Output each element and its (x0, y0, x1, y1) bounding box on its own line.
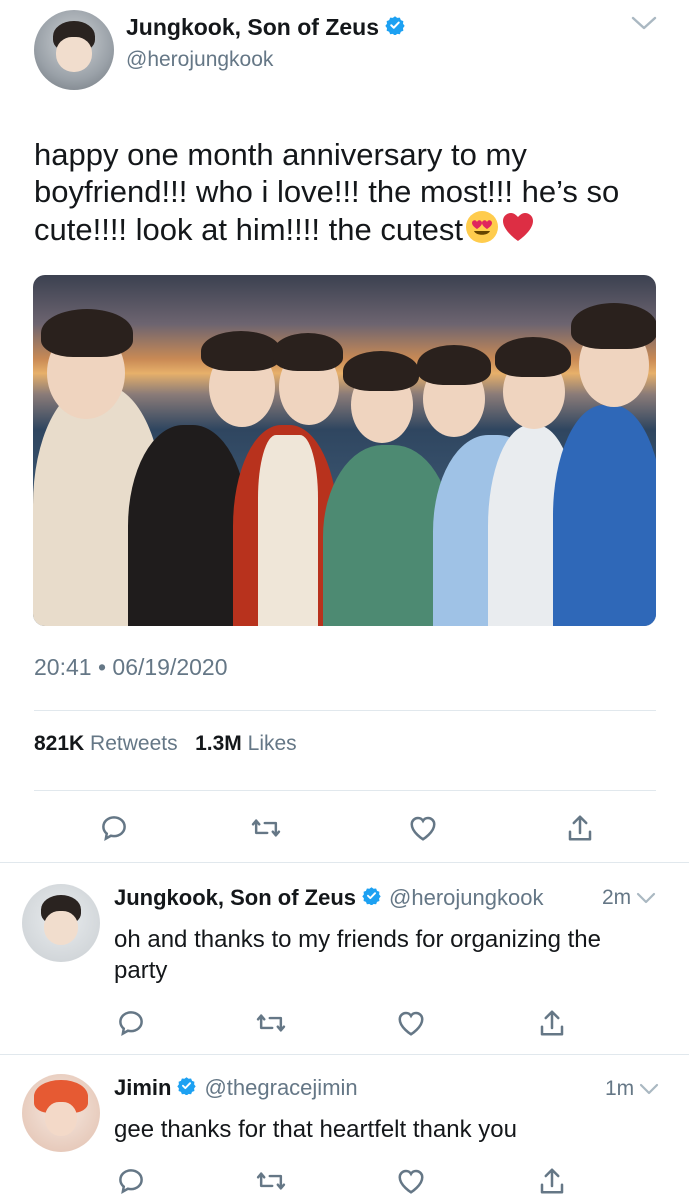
author-handle[interactable]: @herojungkook (389, 885, 543, 911)
reply-text: gee thanks for that heartfelt thank you (114, 1116, 517, 1143)
reply-icon (119, 1169, 143, 1195)
retweets-stat[interactable]: 821K Retweets (34, 732, 178, 755)
chevron-down-icon[interactable] (630, 14, 658, 37)
retweet-button[interactable] (249, 811, 283, 845)
author-row: Jimin @thegracejimin (114, 1075, 358, 1101)
main-tweet: Jungkook, Son of Zeus @herojungkook happ… (0, 0, 689, 862)
time-ago[interactable]: 1m (605, 1077, 634, 1101)
avatar[interactable] (34, 10, 114, 90)
retweet-button[interactable] (254, 1006, 288, 1040)
share-icon (540, 1168, 564, 1194)
retweet-icon (251, 819, 281, 837)
verified-badge-icon (177, 1075, 197, 1101)
verified-badge-icon (362, 885, 381, 911)
chevron-down-icon[interactable] (638, 1082, 660, 1096)
reply-icon (119, 1011, 143, 1037)
author-handle[interactable]: @thegracejimin (204, 1075, 357, 1101)
share-button[interactable] (535, 1164, 569, 1198)
reply-meta: 1m (605, 1077, 660, 1101)
share-icon (568, 815, 592, 841)
retweet-icon (256, 1172, 286, 1190)
likes-label: Likes (247, 732, 297, 755)
author-row: Jungkook, Son of Zeus (126, 14, 405, 41)
heart-icon (410, 816, 436, 841)
heart-eyes-emoji (465, 210, 499, 252)
chevron-down-icon[interactable] (635, 891, 657, 905)
avatar[interactable] (22, 884, 100, 962)
tweet-timestamp[interactable]: 20:41 • 06/19/2020 (34, 654, 228, 681)
retweet-button[interactable] (254, 1164, 288, 1198)
reply-text: oh and thanks to my friends for organizi… (114, 926, 601, 984)
retweets-count: 821K (34, 732, 85, 755)
author-handle[interactable]: @herojungkook (126, 48, 273, 72)
tweet-photo[interactable] (33, 275, 656, 626)
reply-meta: 2m (602, 886, 657, 910)
verified-badge-icon (385, 14, 405, 41)
reply-button[interactable] (114, 1164, 148, 1198)
retweets-label: Retweets (90, 732, 178, 755)
reply-button[interactable] (97, 811, 131, 845)
red-heart-emoji (501, 210, 535, 252)
divider (0, 1054, 689, 1055)
avatar[interactable] (22, 1074, 100, 1152)
display-name[interactable]: Jungkook, Son of Zeus (126, 14, 379, 41)
like-button[interactable] (394, 1006, 428, 1040)
share-button[interactable] (563, 811, 597, 845)
divider (0, 862, 689, 863)
divider (34, 710, 656, 711)
retweet-icon (256, 1014, 286, 1032)
time-ago[interactable]: 2m (602, 886, 631, 910)
likes-count: 1.3M (195, 732, 242, 755)
share-button[interactable] (535, 1006, 569, 1040)
tweet-stats: 821K Retweets 1.3M Likes (34, 732, 297, 756)
display-name[interactable]: Jimin (114, 1075, 171, 1101)
timestamp-separator: • (97, 654, 107, 680)
tweet-date: 06/19/2020 (112, 654, 228, 680)
like-button[interactable] (394, 1164, 428, 1198)
reply-icon (102, 816, 126, 842)
tweet-text: happy one month anniversary to my boyfri… (34, 136, 664, 252)
share-icon (540, 1010, 564, 1036)
display-name[interactable]: Jungkook, Son of Zeus (114, 885, 356, 911)
heart-icon (398, 1169, 424, 1194)
author-row: Jungkook, Son of Zeus @herojungkook (114, 885, 543, 911)
heart-icon (398, 1011, 424, 1036)
reply-button[interactable] (114, 1006, 148, 1040)
like-button[interactable] (406, 811, 440, 845)
likes-stat[interactable]: 1.3M Likes (195, 732, 297, 755)
tweet-time: 20:41 (34, 654, 92, 680)
divider (34, 790, 656, 791)
